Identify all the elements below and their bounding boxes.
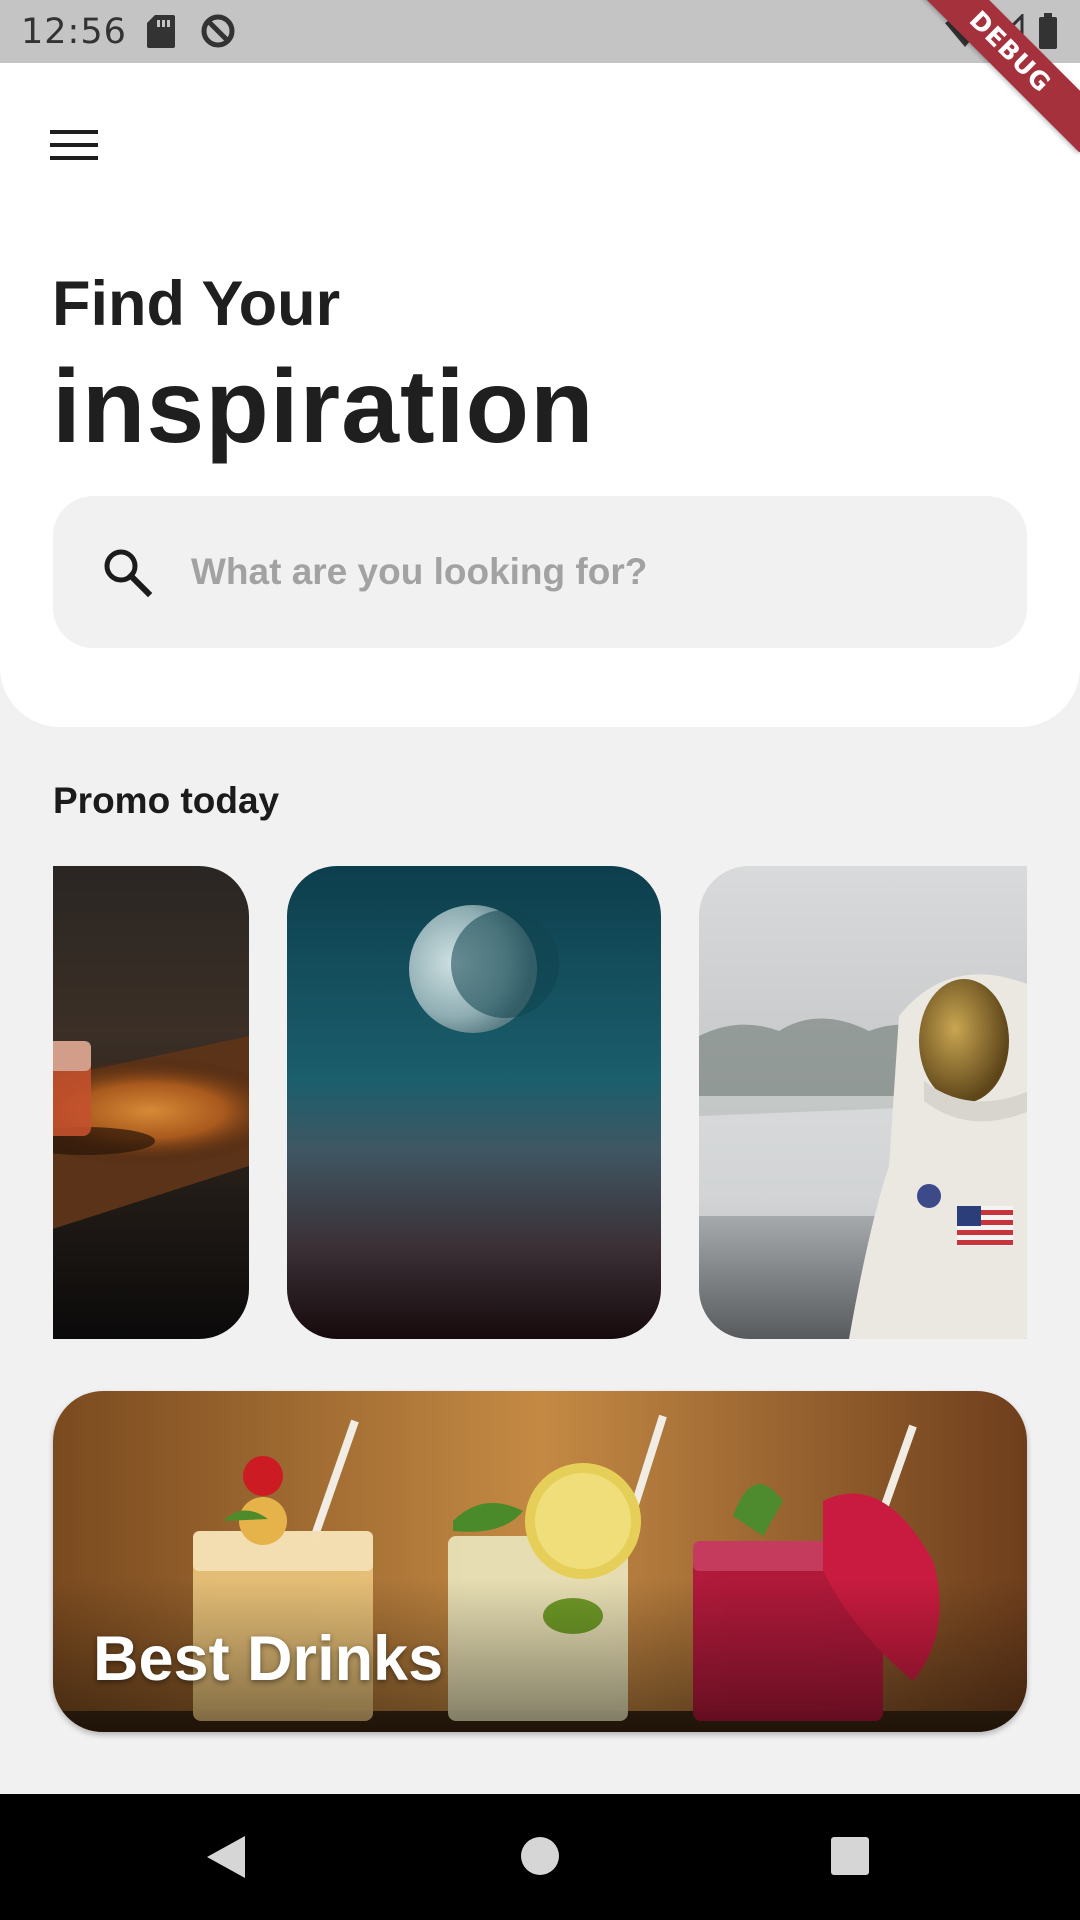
back-icon[interactable] bbox=[205, 1834, 247, 1880]
promo-card-moon[interactable] bbox=[287, 866, 661, 1339]
header-card: Find Your inspiration bbox=[0, 63, 1080, 727]
astronaut-image bbox=[699, 866, 1027, 1339]
headline-large: inspiration bbox=[52, 349, 595, 465]
search-icon bbox=[104, 549, 153, 598]
data-saver-icon bbox=[201, 14, 235, 48]
drink-on-table-image bbox=[53, 866, 249, 1339]
promo-card-drink[interactable] bbox=[53, 866, 249, 1339]
sd-card-icon bbox=[147, 15, 175, 48]
banner-title: Best Drinks bbox=[93, 1624, 444, 1694]
status-time: 12:56 bbox=[21, 12, 127, 52]
promo-card-astronaut[interactable] bbox=[699, 866, 1027, 1339]
menu-icon bbox=[50, 130, 98, 134]
moon-night-sky-image bbox=[287, 866, 661, 1339]
home-icon[interactable] bbox=[520, 1836, 560, 1876]
navigation-bar bbox=[0, 1794, 1080, 1920]
status-bar: 12:56 bbox=[0, 0, 1080, 63]
best-drinks-banner[interactable]: Best Drinks bbox=[53, 1391, 1027, 1732]
headline-small: Find Your bbox=[52, 269, 341, 339]
recents-icon[interactable] bbox=[830, 1836, 870, 1876]
battery-icon bbox=[1039, 13, 1057, 49]
menu-button[interactable] bbox=[40, 115, 108, 175]
promo-section-title: Promo today bbox=[53, 780, 280, 821]
search-box[interactable] bbox=[53, 496, 1027, 648]
promo-carousel[interactable] bbox=[53, 866, 1027, 1339]
search-input[interactable] bbox=[191, 542, 971, 602]
